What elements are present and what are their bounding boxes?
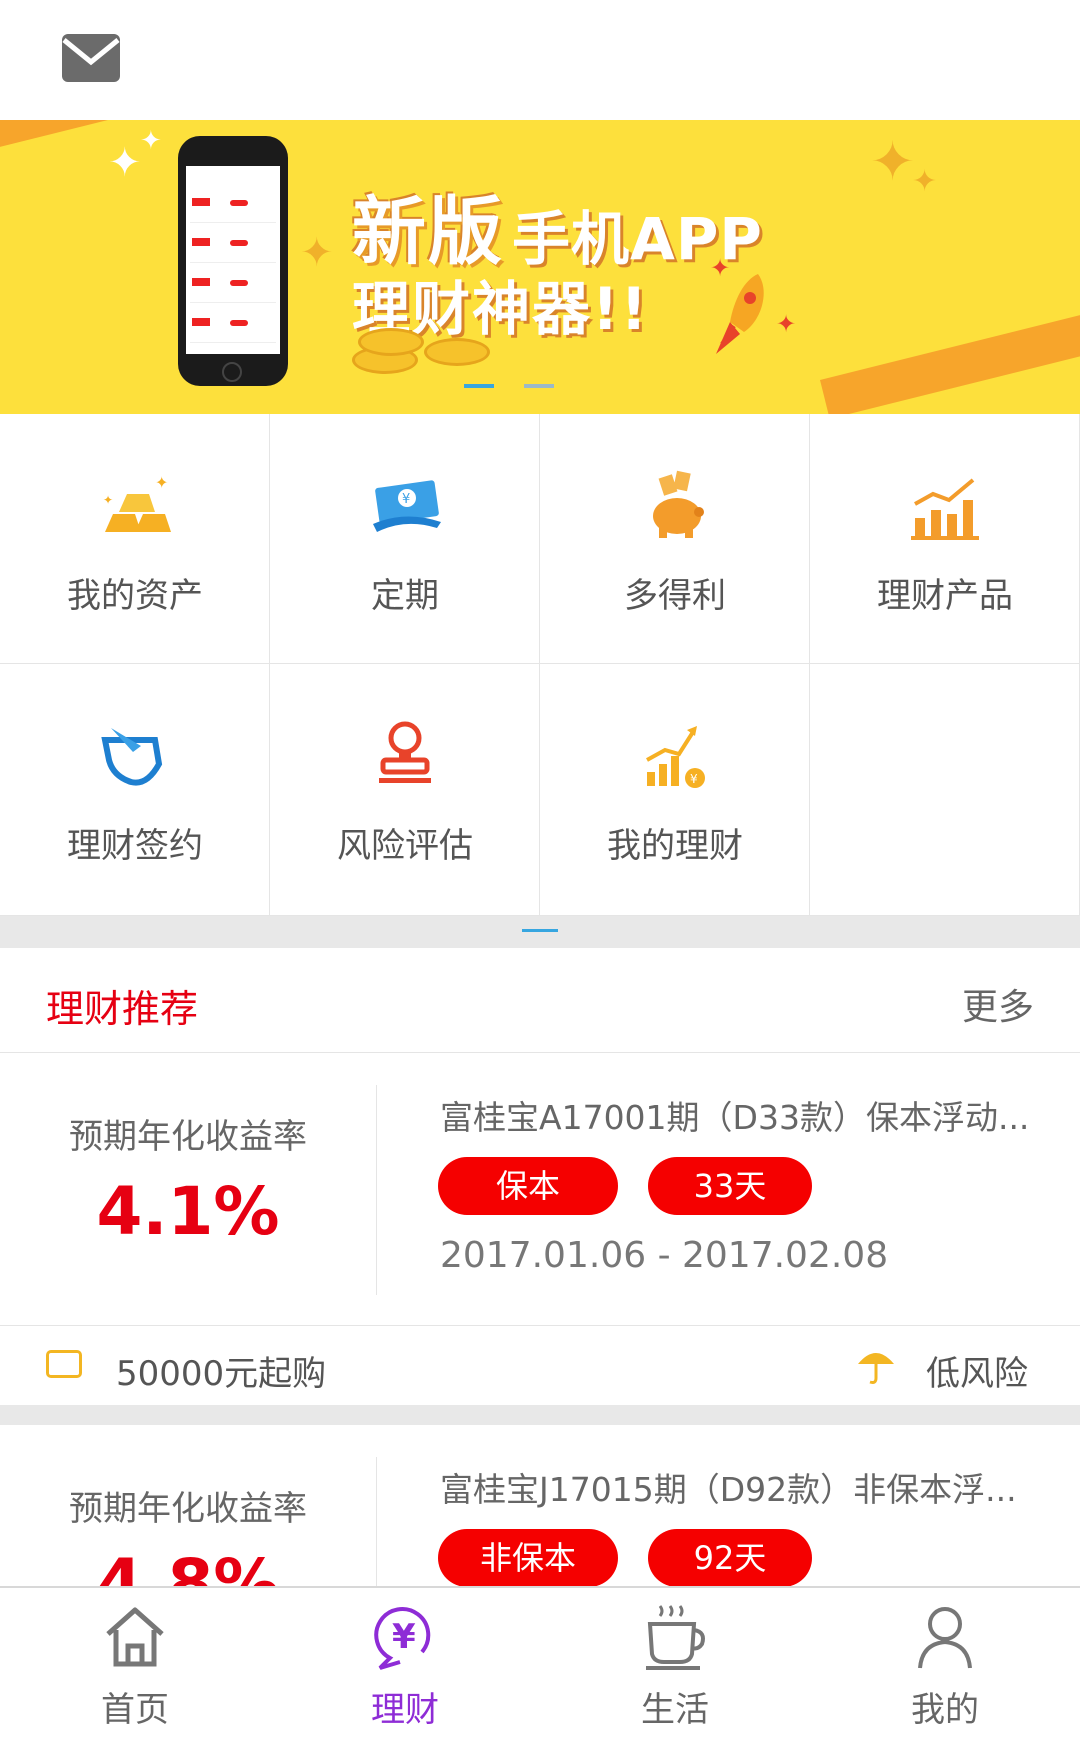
tab-life[interactable]: 生活 (540, 1588, 810, 1739)
svg-text:¥: ¥ (690, 772, 698, 786)
bottom-tab-bar: 首页 ¥ 理财 生活 我的 (0, 1586, 1080, 1739)
tab-label: 首页 (101, 1690, 169, 1730)
coin-icon (358, 328, 424, 356)
svg-text:✦: ✦ (103, 493, 113, 507)
top-bar (0, 0, 1080, 120)
sparkle-icon: ✦ (108, 140, 142, 186)
rate-label: 预期年化收益率 (69, 1489, 307, 1529)
coin-icon (424, 338, 490, 366)
menu-sign-contract[interactable]: 理财签约 (0, 664, 270, 916)
promo-banner[interactable]: ✦ ✦ ✦ ✦ ✦ 新版 手机APP 理财神器!! ✦ ✦ (0, 120, 1080, 414)
menu-risk-assessment[interactable]: 风险评估 (270, 664, 540, 916)
recommend-header: 理财推荐 更多 (0, 948, 1080, 1053)
banknote-icon: ¥ (373, 480, 441, 532)
sparkle-icon: ✦ (140, 126, 162, 156)
card-gap (0, 1405, 1080, 1425)
tab-label: 我的 (911, 1690, 979, 1730)
grid-page-indicator (522, 929, 558, 932)
product-card[interactable]: 预期年化收益率 4.1% 富桂宝A17001期（D33款）保本浮动... 保本 … (0, 1053, 1080, 1325)
banner-pager-dot-active[interactable] (464, 384, 494, 388)
banner-stripe (820, 283, 1080, 414)
gold-bars-icon: ✦ ✦ (103, 473, 171, 532)
tab-home[interactable]: 首页 (0, 1588, 270, 1739)
sparkle-icon: ✦ (300, 230, 334, 276)
menu-my-assets[interactable]: ✦ ✦ 我的资产 (0, 414, 270, 664)
tag-principal-guaranteed: 保本 (438, 1157, 618, 1215)
svg-text:¥: ¥ (392, 1617, 416, 1657)
sparkle-icon: ✦ (912, 164, 938, 199)
divider (376, 1457, 377, 1586)
menu-label: 定期 (371, 576, 439, 616)
mail-icon[interactable] (60, 32, 122, 84)
tag-duration: 33天 (648, 1157, 812, 1215)
tab-finance[interactable]: ¥ 理财 (270, 1588, 540, 1739)
svg-text:¥: ¥ (402, 492, 410, 507)
menu-label: 理财签约 (67, 826, 203, 866)
rate-value: 4.1% (96, 1173, 280, 1250)
stamp-icon (379, 721, 431, 783)
risk-level: 低风险 (926, 1354, 1028, 1394)
menu-my-finance[interactable]: ¥ 我的理财 (540, 664, 810, 916)
rate-label: 预期年化收益率 (69, 1117, 307, 1157)
menu-empty-cell (810, 664, 1080, 916)
sparkle-icon: ✦ (776, 310, 797, 338)
rate-value: 4.8% (96, 1545, 280, 1586)
product-footer: 50000元起购 低风险 (0, 1325, 1080, 1406)
svg-text:✦: ✦ (155, 473, 168, 492)
banner-pager-dot[interactable] (524, 384, 554, 388)
menu-label: 我的理财 (607, 826, 743, 866)
product-dates: 2017.01.06 - 2017.02.08 (440, 1235, 889, 1276)
menu-label: 我的资产 (67, 576, 203, 616)
menu-products[interactable]: 理财产品 (810, 414, 1080, 664)
menu-label: 理财产品 (877, 576, 1013, 616)
bar-chart-icon (911, 478, 979, 540)
menu-grid: ✦ ✦ 我的资产 ¥ 定期 多得利 理财产品 理财签约 风险评估 ¥ 我的理财 (0, 414, 1080, 916)
card-icon (46, 1350, 82, 1378)
growth-chart-icon: ¥ (646, 726, 705, 788)
product-card[interactable]: 预期年化收益率 4.8% 富桂宝J17015期（D92款）非保本浮... 非保本… (0, 1425, 1080, 1586)
product-name: 富桂宝A17001期（D33款）保本浮动... (440, 1098, 1030, 1137)
menu-label: 风险评估 (337, 826, 473, 866)
product-name: 富桂宝J17015期（D92款）非保本浮... (440, 1470, 1017, 1509)
tab-label: 生活 (641, 1690, 709, 1730)
more-link[interactable]: 更多 (962, 978, 1034, 1030)
menu-duodeli[interactable]: 多得利 (540, 414, 810, 664)
sparkle-icon: ✦ (710, 254, 731, 282)
tab-mine[interactable]: 我的 (810, 1588, 1080, 1739)
coffee-cup-icon (646, 1605, 705, 1670)
menu-fixed-term[interactable]: ¥ 定期 (270, 414, 540, 664)
recommend-title: 理财推荐 (46, 987, 199, 1031)
divider (376, 1085, 377, 1295)
phone-illustration (178, 136, 288, 386)
piggy-bank-icon (653, 470, 704, 538)
sign-hand-icon (101, 728, 163, 786)
menu-label: 多得利 (624, 576, 726, 616)
min-purchase: 50000元起购 (116, 1354, 327, 1394)
finance-icon: ¥ (374, 1607, 431, 1670)
home-icon (106, 1607, 164, 1667)
tag-non-guaranteed: 非保本 (438, 1529, 618, 1586)
tag-duration: 92天 (648, 1529, 812, 1586)
tab-label: 理财 (371, 1690, 439, 1730)
grid-page-indicator-bar (0, 916, 1080, 948)
sparkle-icon: ✦ (870, 130, 916, 193)
user-icon (918, 1607, 972, 1669)
umbrella-icon (858, 1353, 894, 1384)
rocket-icon (716, 274, 764, 354)
